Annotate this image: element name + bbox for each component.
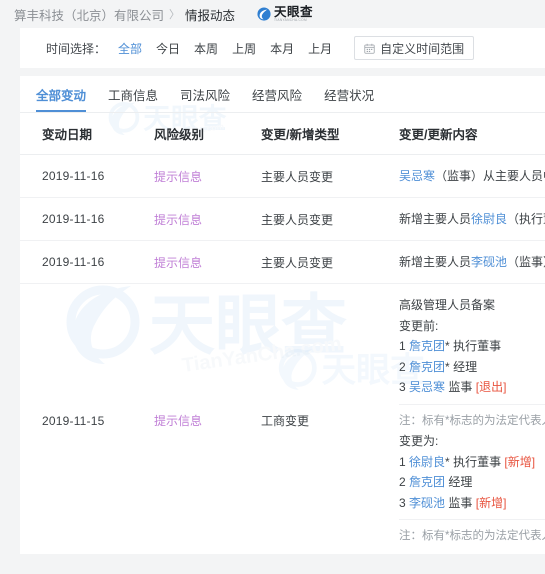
content-tail: （监事） [507, 255, 545, 269]
breadcrumb-company[interactable]: 算丰科技（北京）有限公司 [14, 5, 164, 24]
risk-level-badge: 提示信息 [154, 414, 203, 429]
person-link[interactable]: 詹克团 [409, 475, 445, 489]
status-tag-new: [新增] [504, 454, 536, 469]
content-title: 高级管理人员备案 [399, 298, 496, 312]
person-link[interactable]: 徐尉良 [409, 455, 445, 469]
category-tabs: 全部变动 工商信息 司法风险 经营风险 经营状况 [20, 76, 545, 113]
change-type: 主要人员变更 [261, 255, 334, 270]
tab-all-changes[interactable]: 全部变动 [36, 77, 87, 112]
personnel-item: 1 詹克团* 执行董事 [399, 336, 545, 357]
content-lead: 新增主要人员 [399, 255, 472, 269]
person-link[interactable]: 李砚池 [409, 496, 445, 510]
item-index: 3 [399, 495, 406, 510]
status-tag-exit: [退出] [475, 380, 507, 394]
change-content: 新增主要人员李砚池（监事） [399, 252, 545, 272]
item-role: 执行董事 [453, 454, 502, 469]
item-role: 监事 [448, 495, 473, 510]
column-header-risk: 风险级别 [154, 113, 261, 155]
custom-date-range-label: 自定义时间范围 [380, 41, 465, 56]
column-header-date: 变动日期 [20, 113, 154, 155]
changes-table: 变动日期 风险级别 变更/新增类型 变更/更新内容 2019-11-16 提示信… [20, 113, 545, 554]
time-filter-last-week[interactable]: 上周 [232, 40, 256, 57]
breadcrumb-current: 情报动态 [185, 8, 236, 23]
change-type: 主要人员变更 [261, 169, 334, 184]
person-link[interactable]: 吴忌寒 [399, 169, 435, 183]
time-filter-last-month[interactable]: 上月 [308, 40, 332, 57]
risk-level-badge: 提示信息 [154, 169, 203, 184]
legal-rep-star: * [445, 339, 450, 353]
person-link[interactable]: 李砚池 [471, 255, 507, 269]
legal-rep-star: * [445, 359, 450, 374]
change-type: 主要人员变更 [261, 212, 334, 227]
content-before-label: 变更前: [399, 318, 439, 333]
status-tag-new: [新增] [475, 495, 507, 510]
personnel-item: 3 李砚池 监事 [新增] [399, 493, 545, 514]
time-filter-label: 时间选择： [46, 41, 107, 56]
brand-name: 天眼查 [274, 5, 314, 20]
breadcrumb-separator: 〉 [169, 9, 181, 21]
time-filter-this-month[interactable]: 本月 [270, 40, 294, 57]
brand-logo[interactable]: 天眼查 TIANYANCHA.COM [257, 6, 313, 22]
risk-level-badge: 提示信息 [154, 255, 203, 270]
time-filter-all[interactable]: 全部 [118, 40, 142, 57]
change-type: 工商变更 [261, 414, 310, 429]
tab-judicial-risk[interactable]: 司法风险 [180, 77, 230, 112]
tab-operation-risk[interactable]: 经营风险 [252, 77, 302, 112]
dynamics-panel: 全部变动 工商信息 司法风险 经营风险 经营状况 天眼查 TianYanCha.… [20, 76, 545, 554]
time-filter-this-week[interactable]: 本周 [194, 40, 218, 57]
risk-level-badge: 提示信息 [154, 212, 203, 227]
content-lead: 新增主要人员 [399, 212, 472, 226]
brand-subtitle: TIANYANCHA.COM [274, 17, 307, 22]
time-filter-options: 全部 今日 本周 上周 本月 上月 [118, 40, 332, 57]
column-header-content: 变更/更新内容 [399, 113, 545, 155]
custom-date-range-button[interactable]: 自定义时间范围 [354, 36, 475, 60]
item-role: 经理 [448, 475, 473, 489]
tab-operation-status[interactable]: 经营状况 [324, 77, 374, 112]
column-header-type: 变更/新增类型 [261, 113, 399, 155]
personnel-item: 1 徐尉良* 执行董事 [新增] [399, 452, 545, 473]
time-filter-panel: 时间选择： 全部 今日 本周 上周 本月 上月 自定义时间范围 [20, 28, 545, 68]
table-row: 2019-11-16 提示信息 主要人员变更 新增主要人员李砚池（监事） [20, 240, 545, 284]
change-content: 新增主要人员徐尉良（执行董事） [399, 209, 545, 229]
person-link[interactable]: 徐尉良 [471, 212, 507, 226]
content-after-label: 变更为: [399, 434, 439, 448]
tianyancha-logo-icon [257, 7, 271, 21]
calendar-icon [364, 43, 375, 54]
change-content: 吴忌寒（监事）从主要人员中退出 [399, 166, 545, 186]
change-content: 高级管理人员备案 变更前: 1 詹克团* 执行董事 2 詹克团* 经理 3 吴忌… [399, 295, 545, 547]
item-index: 2 [399, 359, 406, 374]
change-date: 2019-11-16 [42, 255, 105, 269]
table-row: 2019-11-16 提示信息 主要人员变更 新增主要人员徐尉良（执行董事） [20, 197, 545, 241]
change-date: 2019-11-15 [42, 413, 105, 428]
breadcrumb-bar: 算丰科技（北京）有限公司 〉 情报动态 天眼查 TIANYANCHA.COM [0, 0, 545, 28]
legal-rep-note: 注：标有*标志的为法定代表人 [399, 519, 545, 547]
item-index: 2 [399, 475, 406, 489]
personnel-item: 2 詹克团* 经理 [399, 357, 545, 378]
table-header-row: 变动日期 风险级别 变更/新增类型 变更/更新内容 [20, 113, 545, 155]
change-date: 2019-11-16 [42, 212, 105, 226]
legal-rep-star: * [445, 454, 450, 469]
person-link[interactable]: 吴忌寒 [409, 380, 445, 394]
table-row: 2019-11-15 提示信息 工商变更 高级管理人员备案 变更前: 1 詹克团… [20, 283, 545, 554]
change-date: 2019-11-16 [42, 169, 105, 183]
item-role: 经理 [453, 359, 478, 374]
item-index: 1 [399, 454, 406, 469]
content-tail: （监事）从主要人员中退出 [435, 169, 545, 183]
time-filter-today[interactable]: 今日 [156, 40, 180, 57]
tab-business-info[interactable]: 工商信息 [108, 77, 158, 112]
content-tail: （执行董事） [507, 212, 545, 226]
item-index: 1 [399, 339, 406, 353]
item-role: 执行董事 [453, 339, 502, 353]
person-link[interactable]: 詹克团 [409, 339, 445, 353]
person-link[interactable]: 詹克团 [409, 360, 445, 374]
item-index: 3 [399, 380, 406, 394]
legal-rep-note: 注：标有*标志的为法定代表人 [399, 403, 545, 432]
personnel-item: 3 吴忌寒 监事 [退出] [399, 377, 545, 398]
personnel-item: 2 詹克团 经理 [399, 472, 545, 493]
table-row: 2019-11-16 提示信息 主要人员变更 吴忌寒（监事）从主要人员中退出 [20, 154, 545, 198]
item-role: 监事 [448, 380, 473, 394]
